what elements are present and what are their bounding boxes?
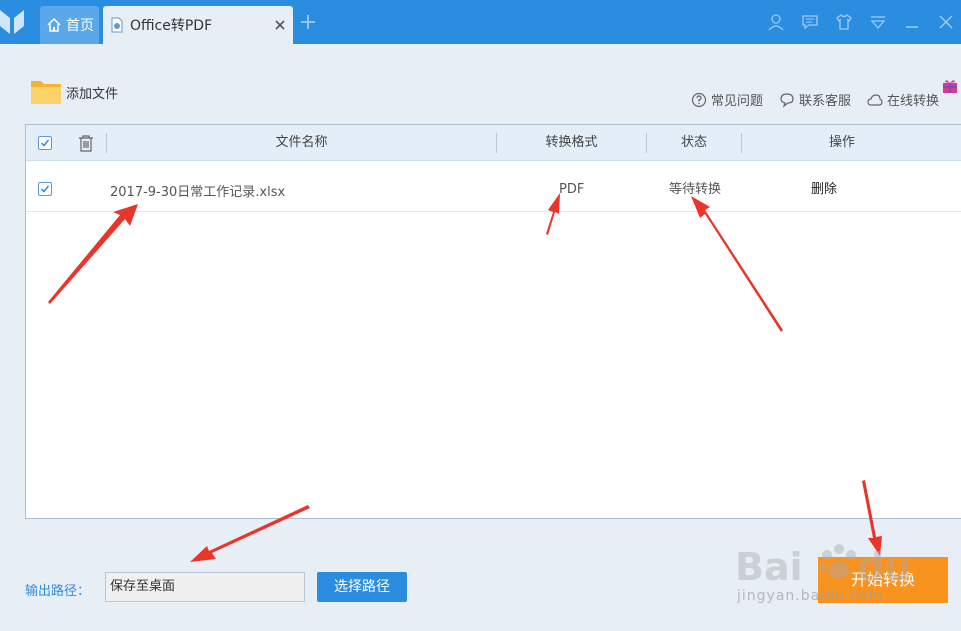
document-icon: [111, 17, 123, 33]
tab-active-label: Office转PDF: [130, 18, 213, 34]
app-logo-icon: [0, 10, 24, 34]
home-icon: [47, 17, 61, 32]
delete-link[interactable]: 删除: [811, 178, 837, 197]
header-file-name: 文件名称: [275, 135, 328, 150]
format-cell[interactable]: PDF: [559, 182, 584, 197]
table-row: 2017-9-30日常工作记录.xlsx PDF 等待转换 删除: [26, 161, 961, 212]
support-label: 联系客服: [798, 94, 851, 109]
online-convert-link[interactable]: 在线转换: [867, 90, 939, 109]
table-header: 文件名称 转换格式 状态 操作: [26, 125, 961, 161]
help-links: 常见问题 联系客服 在线转换: [691, 90, 939, 109]
output-path-field[interactable]: 保存至桌面: [105, 572, 305, 602]
folder-icon: [31, 81, 61, 104]
header-format: 转换格式: [545, 135, 598, 150]
output-path-label: 输出路径：: [25, 584, 91, 599]
check-icon: [40, 139, 50, 147]
skin-icon[interactable]: [835, 13, 853, 31]
choose-path-button[interactable]: 选择路径: [317, 572, 407, 602]
faq-label: 常见问题: [710, 94, 763, 109]
menu-icon[interactable]: [869, 13, 887, 31]
chat-bubble-icon: [780, 92, 794, 108]
file-table: 文件名称 转换格式 状态 操作 2017-9-30日常工作记录.xlsx PDF…: [25, 124, 961, 519]
tab-office-to-pdf[interactable]: Office转PDF: [103, 6, 293, 44]
minimize-icon[interactable]: [903, 13, 921, 31]
title-bar: 首页 Office转PDF: [0, 0, 961, 44]
select-all-checkbox[interactable]: [38, 136, 52, 150]
close-icon[interactable]: [273, 18, 287, 32]
question-icon: [691, 92, 707, 107]
add-file-label: 添加文件: [66, 86, 119, 102]
tab-home[interactable]: 首页: [40, 6, 99, 44]
watermark-url: jingyan.baidu.com: [737, 588, 884, 604]
user-icon[interactable]: [767, 13, 785, 31]
add-file-button[interactable]: 添加文件: [30, 78, 118, 106]
message-icon[interactable]: [801, 13, 819, 31]
header-action: 操作: [828, 135, 855, 150]
tab-home-label: 首页: [66, 18, 94, 34]
header-status: 状态: [680, 135, 707, 150]
row-checkbox[interactable]: [38, 182, 52, 196]
add-tab-icon[interactable]: [300, 14, 316, 30]
svg-text:Bai: Bai: [735, 545, 803, 589]
support-link[interactable]: 联系客服: [779, 90, 851, 109]
cloud-icon: [867, 93, 883, 106]
faq-link[interactable]: 常见问题: [691, 90, 763, 109]
gift-icon[interactable]: [942, 78, 958, 94]
file-name-cell: 2017-9-30日常工作记录.xlsx: [110, 185, 286, 200]
online-convert-label: 在线转换: [886, 94, 939, 109]
trash-icon[interactable]: [78, 135, 94, 152]
status-cell: 等待转换: [669, 182, 722, 197]
close-window-icon[interactable]: [937, 13, 955, 31]
check-icon: [40, 185, 50, 193]
